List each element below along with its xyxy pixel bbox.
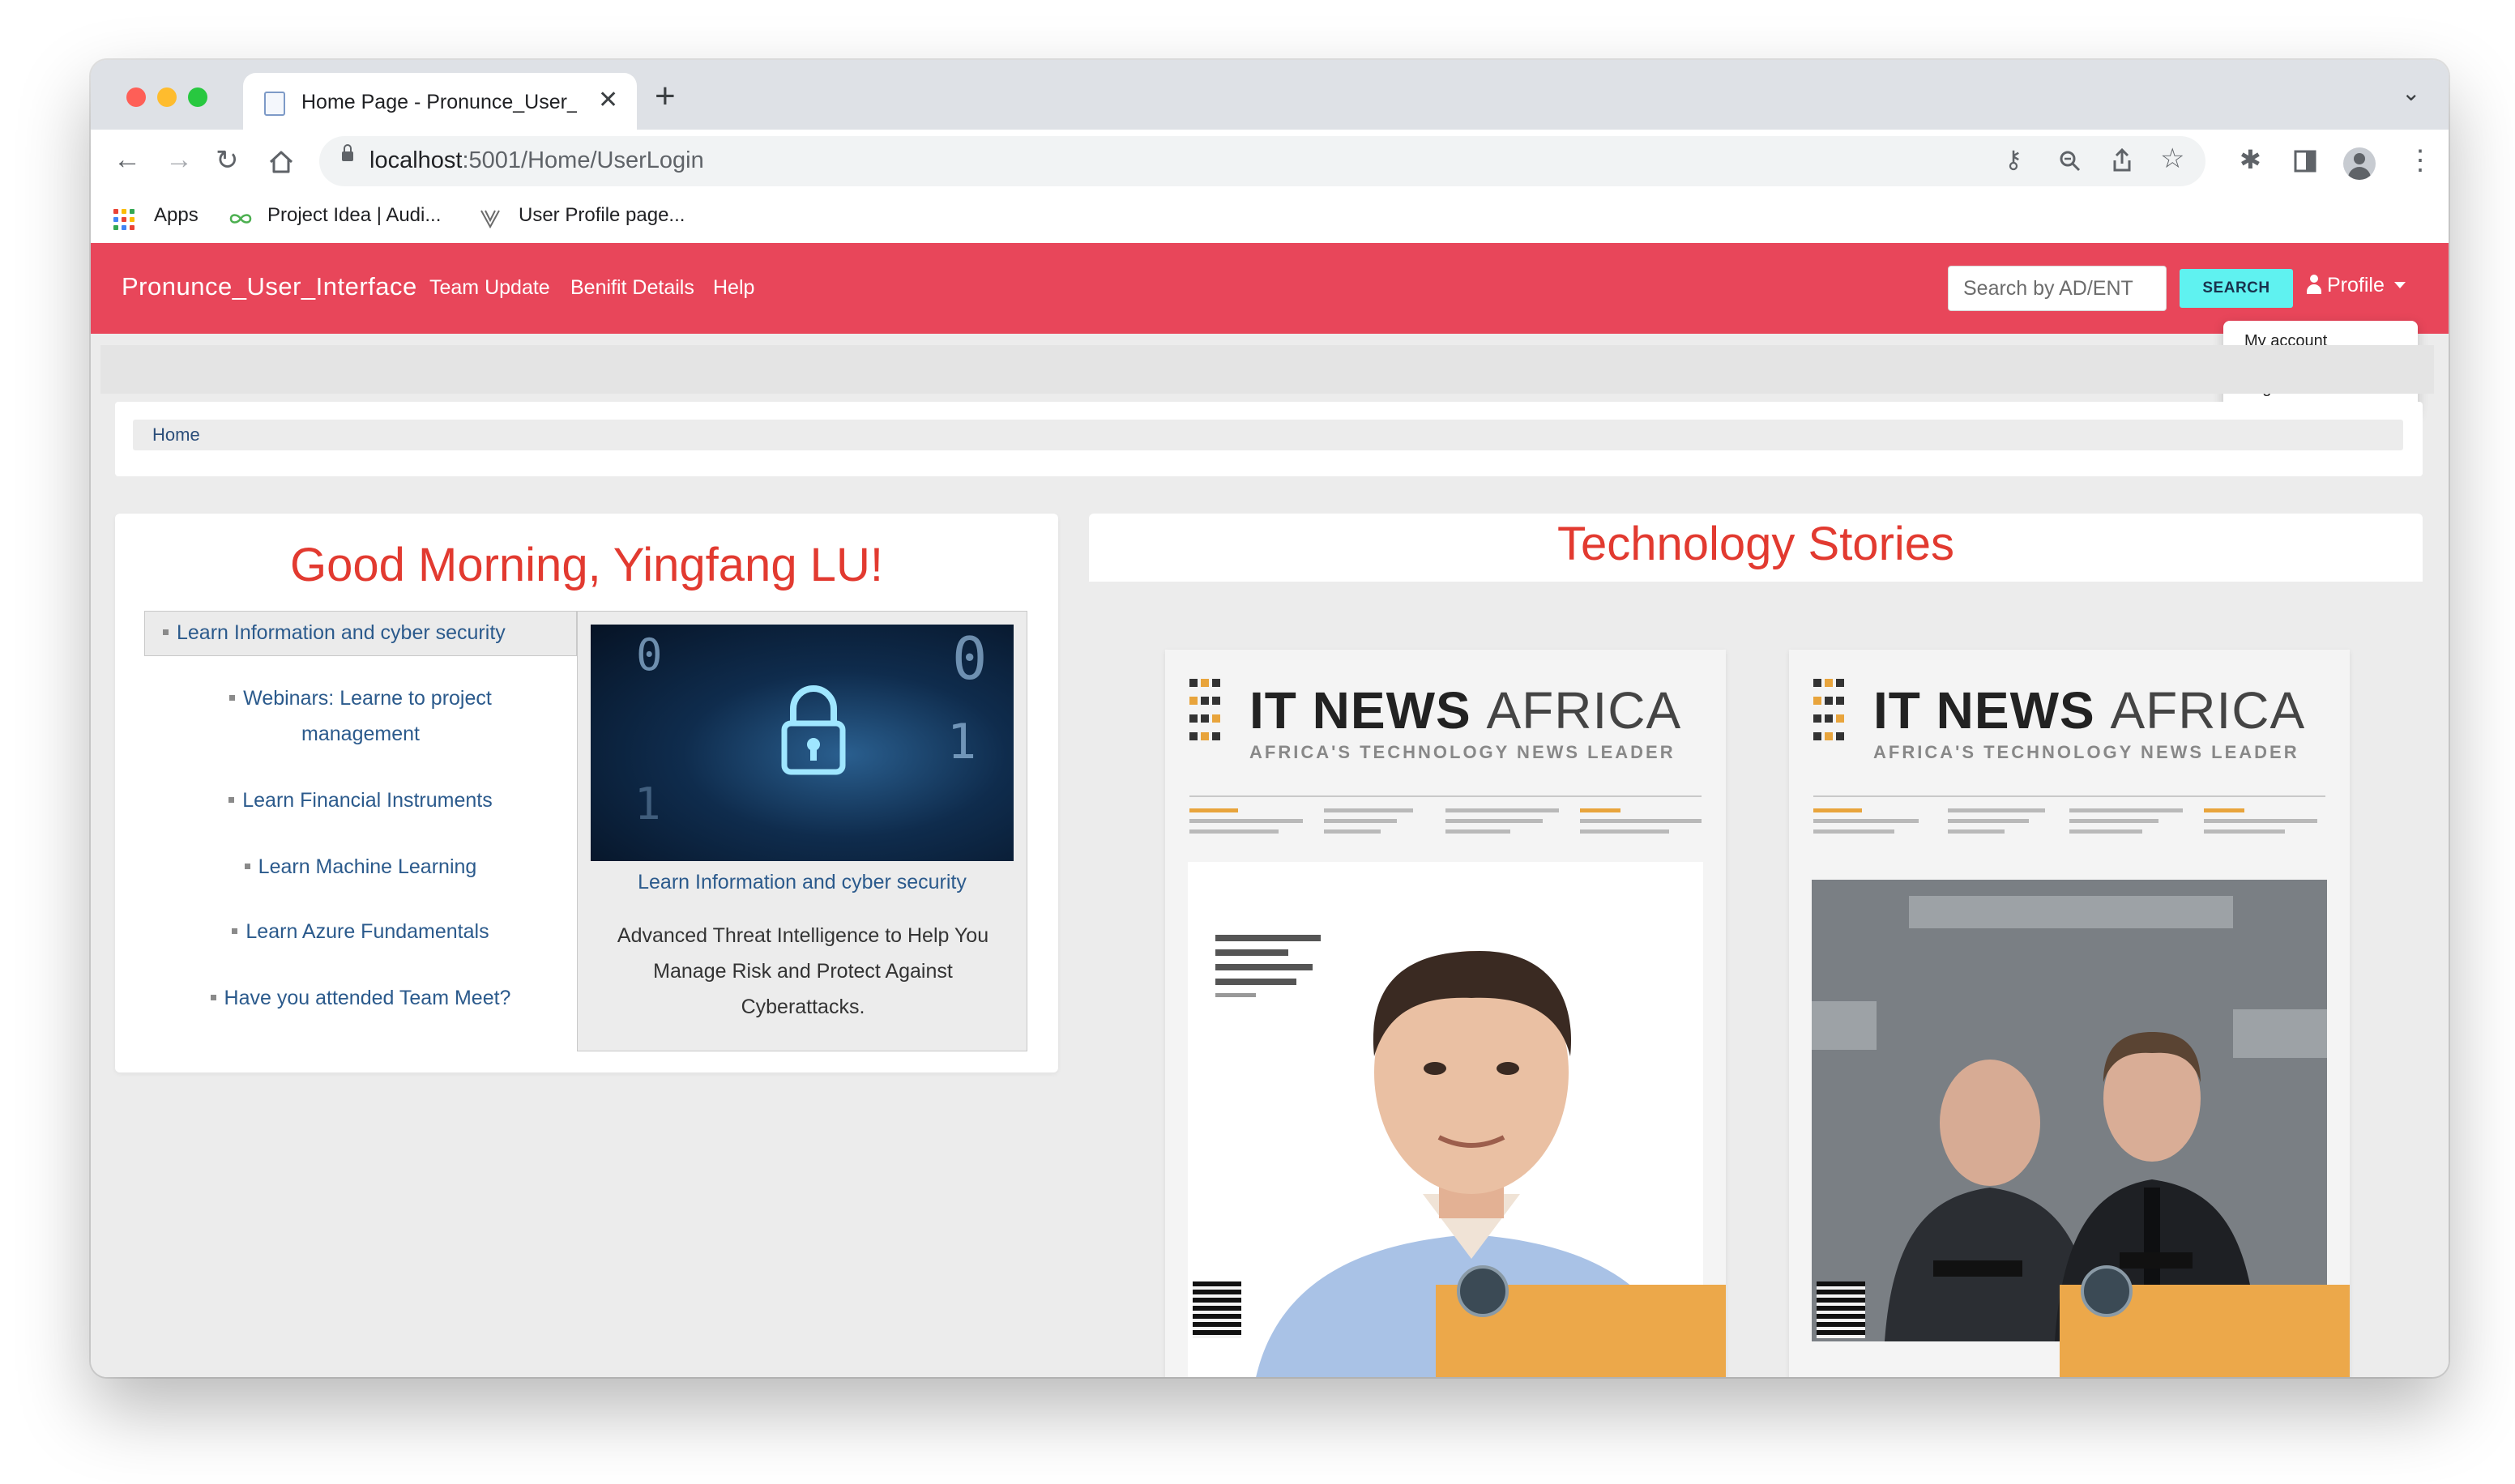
- magazine-tagline: AFRICA'S TECHNOLOGY NEWS LEADER: [1249, 742, 1676, 762]
- technology-stories-card: Technology Stories IT NEWS AFRICA AFRICA…: [1089, 514, 2423, 1377]
- magazine-headline-block: [2204, 808, 2325, 849]
- url-text[interactable]: localhost:5001/Home/UserLogin: [369, 147, 704, 174]
- sub-header-bar: [100, 345, 2434, 394]
- divider: [1813, 795, 2325, 797]
- caret-down-icon: [2393, 282, 2406, 288]
- lock-icon: [342, 144, 353, 161]
- extensions-icon[interactable]: ✱: [2240, 144, 2261, 175]
- tab-strip: Home Page - Pronunce_User_I ✕ + ⌄: [91, 60, 2449, 130]
- magazine-headline-block: [1324, 808, 1413, 849]
- stories-title: Technology Stories: [1556, 518, 1955, 570]
- barcode-icon: [1193, 1281, 1241, 1338]
- list-item-active[interactable]: Learn Information and cyber security: [144, 611, 577, 656]
- bookmark-star-icon[interactable]: ☆: [2160, 143, 2184, 175]
- magazine-headline-block: [1948, 808, 2045, 849]
- list-item[interactable]: Learn Machine Learning: [144, 849, 577, 885]
- browser-tab[interactable]: Home Page - Pronunce_User_I ✕: [243, 73, 637, 130]
- detail-panel: 0 0 1 1 Learn Information and cyber secu…: [577, 611, 1027, 1051]
- brand-link[interactable]: Pronunce_User_Interface: [122, 272, 417, 301]
- barcode-icon: [1817, 1281, 1865, 1338]
- browser-toolbar: ← → ↻ localhost:5001/Home/UserLogin ⚷ ☆ …: [91, 130, 2449, 193]
- page-content: Pronunce_User_Interface Team Update Beni…: [91, 243, 2449, 1377]
- app-navbar: Pronunce_User_Interface Team Update Beni…: [91, 243, 2449, 334]
- list-item[interactable]: Have you attended Team Meet?: [144, 980, 577, 1016]
- cover-people-illustration: [1812, 880, 2327, 1341]
- breadcrumb-home[interactable]: Home: [152, 424, 200, 446]
- greeting-title: Good Morning, Yingfang LU!: [290, 539, 883, 591]
- list-item[interactable]: Learn Financial Instruments: [144, 783, 577, 818]
- forward-icon[interactable]: →: [165, 144, 193, 176]
- close-window-button[interactable]: [126, 87, 146, 107]
- magazine-headline-block: [2069, 808, 2183, 849]
- bookmark-apps[interactable]: Apps: [154, 204, 199, 227]
- close-icon[interactable]: ✕: [598, 86, 618, 114]
- tab-title: Home Page - Pronunce_User_I: [301, 91, 577, 113]
- breadcrumb-strip: Home: [133, 420, 2403, 450]
- infinity-icon: [229, 214, 252, 224]
- browser-profile-avatar[interactable]: [2343, 147, 2376, 180]
- magazine-name: IT NEWS AFRICA: [1873, 681, 2306, 740]
- bullet-icon: [228, 797, 235, 803]
- search-button[interactable]: SEARCH: [2180, 269, 2293, 308]
- list-item[interactable]: Webinars: Learne to project management: [144, 680, 577, 752]
- share-icon[interactable]: [2110, 147, 2134, 173]
- bullet-icon: [210, 995, 216, 1000]
- magazine-name: IT NEWS AFRICA: [1249, 681, 1682, 740]
- bullet-icon: [229, 695, 236, 701]
- minimize-window-button[interactable]: [157, 87, 177, 107]
- nav-help[interactable]: Help: [713, 276, 754, 300]
- detail-description: Advanced Threat Intelligence to Help You…: [617, 924, 989, 1018]
- reload-icon[interactable]: ↻: [216, 144, 239, 177]
- page-favicon-icon: [264, 92, 285, 116]
- chevron-down-icon[interactable]: ⌄: [2402, 79, 2420, 106]
- magazine-headline-block: [1445, 808, 1559, 849]
- list-item[interactable]: Learn Azure Fundamentals: [144, 914, 577, 949]
- cover-award-photo: [1812, 880, 2327, 1341]
- more-menu-icon[interactable]: ⋮: [2406, 144, 2434, 177]
- divider: [1189, 795, 1702, 797]
- nav-benifit-details[interactable]: Benifit Details: [570, 276, 694, 300]
- padlock-icon: [781, 685, 846, 775]
- new-tab-button[interactable]: +: [655, 76, 676, 117]
- bookmarks-bar: Apps Project Idea | Audi... User Profile…: [91, 193, 2449, 244]
- magazine-tagline: AFRICA'S TECHNOLOGY NEWS LEADER: [1873, 742, 2299, 762]
- magazine-cover[interactable]: IT NEWS AFRICA AFRICA'S TECHNOLOGY NEWS …: [1165, 650, 1726, 1377]
- magazine-headline-block: [1189, 808, 1303, 849]
- list-item-label: Learn Information and cyber security: [177, 621, 506, 644]
- bookmark-project-idea[interactable]: Project Idea | Audi...: [267, 204, 441, 227]
- bullet-icon: [244, 864, 250, 869]
- breadcrumb: Home: [115, 402, 2423, 476]
- browser-window: Home Page - Pronunce_User_I ✕ + ⌄ ← → ↻ …: [91, 60, 2449, 1377]
- bullet-icon: [163, 629, 169, 635]
- zoom-icon[interactable]: [2058, 149, 2082, 173]
- bookmark-user-profile[interactable]: User Profile page...: [519, 204, 685, 227]
- nav-team-update[interactable]: Team Update: [429, 276, 550, 300]
- stories-header: Technology Stories: [1089, 514, 2423, 582]
- key-icon[interactable]: ⚷: [2005, 146, 2022, 174]
- search-input[interactable]: [1948, 266, 2167, 311]
- home-icon[interactable]: [267, 149, 295, 175]
- address-bar[interactable]: localhost:5001/Home/UserLogin ⚷ ☆: [319, 136, 2205, 186]
- cover-seal-icon: [1457, 1265, 1509, 1317]
- magazine-headline-block: [1813, 808, 1927, 849]
- bullet-icon: [232, 928, 238, 934]
- profile-dropdown-toggle[interactable]: Profile: [2306, 274, 2406, 297]
- side-panel-icon[interactable]: [2293, 149, 2317, 173]
- back-icon[interactable]: ←: [113, 144, 141, 176]
- cover-seal-icon: [2081, 1265, 2133, 1317]
- greeting-card: Good Morning, Yingfang LU! Learn Informa…: [115, 514, 1058, 1072]
- magazine-logo-icon: [1189, 679, 1222, 747]
- apps-grid-icon[interactable]: [113, 209, 135, 230]
- detail-title[interactable]: Learn Information and cyber security: [578, 871, 1027, 894]
- cyber-security-image: 0 0 1 1: [591, 625, 1014, 861]
- magazine-cover[interactable]: IT NEWS AFRICA AFRICA'S TECHNOLOGY NEWS …: [1789, 650, 2350, 1377]
- learning-list: Webinars: Learne to project management L…: [144, 656, 578, 1045]
- user-icon: [2306, 275, 2322, 294]
- magazine-headline-block: [1580, 808, 1702, 849]
- maximize-window-button[interactable]: [188, 87, 207, 107]
- profile-bookmark-icon: [480, 210, 500, 229]
- magazine-logo-icon: [1813, 679, 1846, 747]
